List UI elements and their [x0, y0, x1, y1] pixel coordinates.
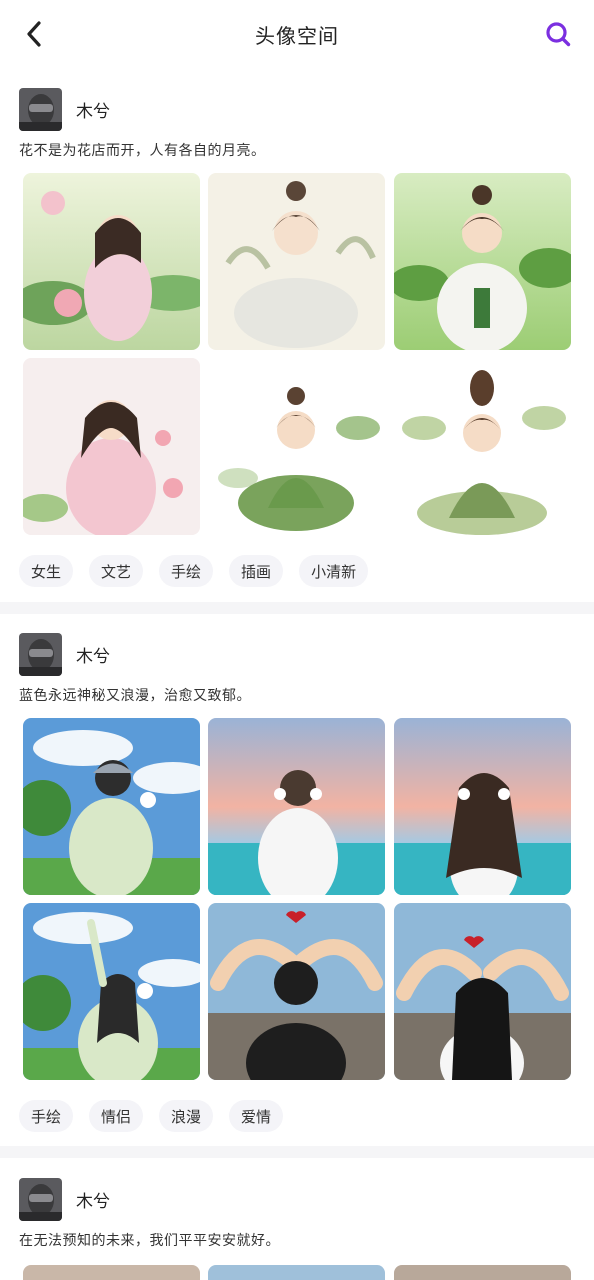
- page-title: 头像空间: [255, 24, 339, 48]
- post-caption: 在无法预知的未来，我们平平安安就好。: [19, 1233, 280, 1249]
- post-card[interactable]: 木兮 花不是为花店而开，人有各自的月亮。 女生 文艺 手绘 插画 小清新: [0, 87, 594, 602]
- author-row[interactable]: 木兮: [19, 87, 110, 131]
- section-divider: [0, 602, 594, 614]
- avatar[interactable]: [19, 1177, 62, 1221]
- tag-chip[interactable]: 小清新: [299, 555, 369, 587]
- avatar-image[interactable]: [23, 718, 200, 895]
- avatar[interactable]: [19, 87, 62, 131]
- author-row[interactable]: 木兮: [19, 632, 110, 676]
- tag-list: 女生 文艺 手绘 插画 小清新: [19, 555, 369, 587]
- image-grid: [23, 718, 571, 1080]
- tag-chip[interactable]: 情侣: [89, 1100, 144, 1132]
- avatar[interactable]: [19, 632, 62, 676]
- post-card[interactable]: 木兮 在无法预知的未来，我们平平安安就好。: [0, 1177, 594, 1280]
- tag-chip[interactable]: 插画: [229, 555, 284, 587]
- tag-chip[interactable]: 女生: [19, 555, 74, 587]
- author-name[interactable]: 木兮: [76, 642, 110, 667]
- image-grid: [23, 173, 571, 535]
- tag-list: 手绘 情侣 浪漫 爱情: [19, 1100, 284, 1132]
- tag-chip[interactable]: 手绘: [19, 1100, 74, 1132]
- avatar-image[interactable]: [394, 718, 571, 895]
- avatar-image[interactable]: [394, 903, 571, 1080]
- post-caption: 蓝色永远神秘又浪漫，治愈又致郁。: [19, 688, 251, 704]
- avatar-image[interactable]: [23, 903, 200, 1080]
- image-grid-partial: [23, 1265, 571, 1280]
- post-caption: 花不是为花店而开，人有各自的月亮。: [19, 143, 266, 159]
- author-name[interactable]: 木兮: [76, 1187, 110, 1212]
- avatar-image[interactable]: [208, 718, 385, 895]
- avatar-image[interactable]: [23, 173, 200, 350]
- tag-chip[interactable]: 爱情: [229, 1100, 284, 1132]
- avatar-image[interactable]: [394, 358, 571, 535]
- author-row[interactable]: 木兮: [19, 1177, 110, 1221]
- avatar-image[interactable]: [208, 358, 385, 535]
- search-button[interactable]: [542, 18, 574, 50]
- tag-chip[interactable]: 文艺: [89, 555, 144, 587]
- section-divider: [0, 1146, 594, 1158]
- author-name[interactable]: 木兮: [76, 97, 110, 122]
- tag-chip[interactable]: 手绘: [159, 555, 214, 587]
- top-nav-bar: 头像空间: [0, 0, 594, 70]
- avatar-image[interactable]: [208, 173, 385, 350]
- post-card[interactable]: 木兮 蓝色永远神秘又浪漫，治愈又致郁。 手绘 情侣 浪漫 爱情: [0, 632, 594, 1145]
- search-icon: [546, 22, 571, 47]
- avatar-image[interactable]: [23, 358, 200, 535]
- tag-chip[interactable]: 浪漫: [159, 1100, 214, 1132]
- avatar-image[interactable]: [394, 173, 571, 350]
- avatar-image[interactable]: [208, 903, 385, 1080]
